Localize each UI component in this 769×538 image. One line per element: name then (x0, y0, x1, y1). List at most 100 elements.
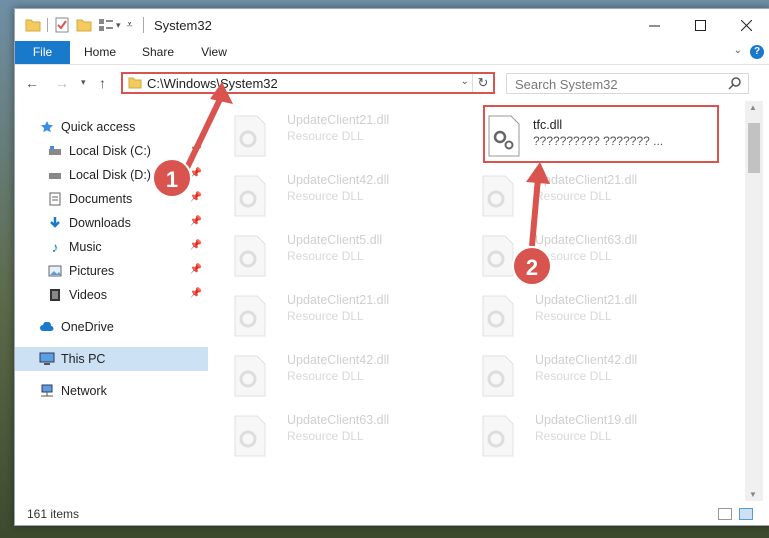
file-name: UpdateClient19.dll (535, 413, 638, 427)
forward-arrow-icon[interactable]: → (55, 75, 69, 91)
drive-icon (47, 167, 63, 183)
chevron-down-icon[interactable]: ▾ (81, 77, 86, 88)
file-item[interactable]: UpdateClient42.dll Resource DLL (215, 167, 455, 217)
search-input[interactable]: Search System32 (515, 77, 618, 92)
refresh-icon[interactable]: ↻ (472, 74, 493, 92)
address-bar[interactable]: C:\Windows\System32 ⌄ ↻ (121, 72, 495, 94)
dll-file-icon (482, 235, 514, 277)
file-description: Resource DLL (535, 429, 612, 443)
callout-badge-1: 1 (152, 158, 192, 198)
up-arrow-icon[interactable]: ↑ (99, 75, 106, 91)
pin-icon[interactable]: 📌 (190, 264, 202, 275)
file-item[interactable]: UpdateClient63.dll Resource DLL (215, 407, 455, 457)
close-button[interactable] (723, 9, 769, 41)
file-item[interactable]: UpdateClient21.dll Resource DLL (215, 107, 455, 157)
file-item[interactable]: UpdateClient19.dll Resource DLL (463, 407, 703, 457)
large-icons-view-icon[interactable] (739, 508, 753, 520)
dll-file-icon (234, 415, 266, 457)
pictures-icon (47, 263, 63, 279)
file-description: Resource DLL (287, 369, 364, 383)
pin-icon[interactable]: 📌 (190, 216, 202, 227)
folder-icon[interactable] (25, 18, 41, 32)
sidebar-item-this-pc[interactable]: This PC (15, 347, 208, 371)
file-description: Resource DLL (287, 189, 364, 203)
file-name: UpdateClient42.dll (287, 173, 390, 187)
file-highlight-box (483, 105, 719, 163)
sidebar-item-label: Music (69, 240, 102, 254)
sidebar-item-videos[interactable]: Videos 📌 (15, 283, 208, 307)
dll-file-icon (482, 175, 514, 217)
scrollbar-thumb[interactable] (748, 123, 760, 173)
cloud-icon (39, 319, 55, 335)
callout-badge-2: 2 (512, 246, 552, 286)
sidebar-item-label: Videos (69, 288, 107, 302)
customize-toolbar-dropdown[interactable]: ▾ (116, 20, 121, 31)
pin-icon[interactable]: 📌 (190, 192, 202, 203)
back-arrow-icon[interactable]: ← (25, 75, 39, 91)
sidebar-item-downloads[interactable]: Downloads 📌 (15, 211, 208, 235)
minimize-icon (648, 25, 660, 26)
file-item[interactable]: UpdateClient42.dll Resource DLL (215, 347, 455, 397)
pin-icon[interactable]: 📌 (190, 288, 202, 299)
file-description: Resource DLL (535, 309, 612, 323)
file-description: Resource DLL (287, 309, 364, 323)
file-item[interactable]: UpdateClient5.dll Resource DLL (215, 227, 455, 277)
sidebar-item-label: Pictures (69, 264, 115, 278)
tab-share[interactable]: Share (133, 41, 183, 64)
scroll-down-icon[interactable]: ▼ (749, 490, 757, 499)
vertical-scrollbar[interactable]: ▲ ▼ (745, 101, 763, 501)
sidebar-item-music[interactable]: ♪ Music 📌 (15, 235, 208, 259)
help-icon[interactable]: ? (750, 45, 764, 59)
tab-file[interactable]: File (15, 41, 70, 64)
expand-ribbon-icon[interactable]: ⌄ (734, 45, 742, 56)
chevron-down-icon[interactable]: ⌄ (461, 76, 469, 87)
explorer-window: ▾ ⩡ System32 File Home Share View ⌄ ? ← … (14, 8, 769, 526)
tab-view[interactable]: View (189, 41, 239, 64)
customize-toolbar-arrow[interactable]: ⩡ (127, 19, 133, 32)
file-item[interactable]: UpdateClient21.dll Resource DLL (463, 287, 703, 337)
sidebar-item-label: Local Disk (C:) (69, 144, 151, 158)
sidebar-item-quick-access[interactable]: Quick access (15, 115, 208, 139)
file-description: Resource DLL (287, 429, 364, 443)
sidebar-item-label: Documents (69, 192, 133, 206)
file-item[interactable]: UpdateClient42.dll Resource DLL (463, 347, 703, 397)
file-name: UpdateClient42.dll (535, 353, 638, 367)
sidebar-item-network[interactable]: Network (15, 379, 208, 403)
sidebar-item-pictures[interactable]: Pictures 📌 (15, 259, 208, 283)
dll-file-icon (482, 415, 514, 457)
properties-icon[interactable] (54, 17, 70, 33)
dll-file-icon (482, 295, 514, 337)
maximize-button[interactable] (677, 9, 723, 41)
details-view-icon[interactable] (718, 508, 732, 520)
pin-icon[interactable]: 📌 (190, 144, 202, 155)
file-item[interactable]: UpdateClient63.dll Resource DLL (463, 227, 703, 277)
sidebar-item-label: Local Disk (D:) (69, 168, 151, 182)
sidebar-item-onedrive[interactable]: OneDrive (15, 315, 208, 339)
pin-icon[interactable]: 📌 (190, 240, 202, 251)
file-description: Resource DLL (535, 189, 612, 203)
title-bar: ▾ ⩡ System32 (15, 9, 769, 41)
item-count: 161 items (27, 507, 80, 521)
sidebar-item-label: Network (61, 384, 107, 398)
dll-file-icon (234, 235, 266, 277)
minimize-button[interactable] (631, 9, 677, 41)
file-item[interactable]: UpdateClient21.dll Resource DLL (215, 287, 455, 337)
file-item[interactable]: UpdateClient21.dll Resource DLL (463, 167, 703, 217)
dll-file-icon (234, 175, 266, 217)
star-icon (39, 119, 55, 135)
tab-home[interactable]: Home (75, 41, 125, 64)
address-path[interactable]: C:\Windows\System32 (147, 76, 278, 91)
file-name: UpdateClient63.dll (287, 413, 390, 427)
new-folder-icon[interactable] (76, 18, 92, 32)
documents-icon (47, 191, 63, 207)
search-icon[interactable] (728, 76, 742, 90)
file-name: UpdateClient5.dll (287, 233, 383, 247)
file-name: UpdateClient21.dll (535, 173, 638, 187)
maximize-icon (694, 19, 706, 31)
search-box[interactable]: Search System32 (506, 73, 749, 94)
window-title: System32 (154, 18, 212, 33)
separator (47, 18, 48, 32)
view-options-icon[interactable] (98, 18, 114, 32)
folder-icon (128, 77, 142, 89)
scroll-up-icon[interactable]: ▲ (749, 103, 757, 112)
